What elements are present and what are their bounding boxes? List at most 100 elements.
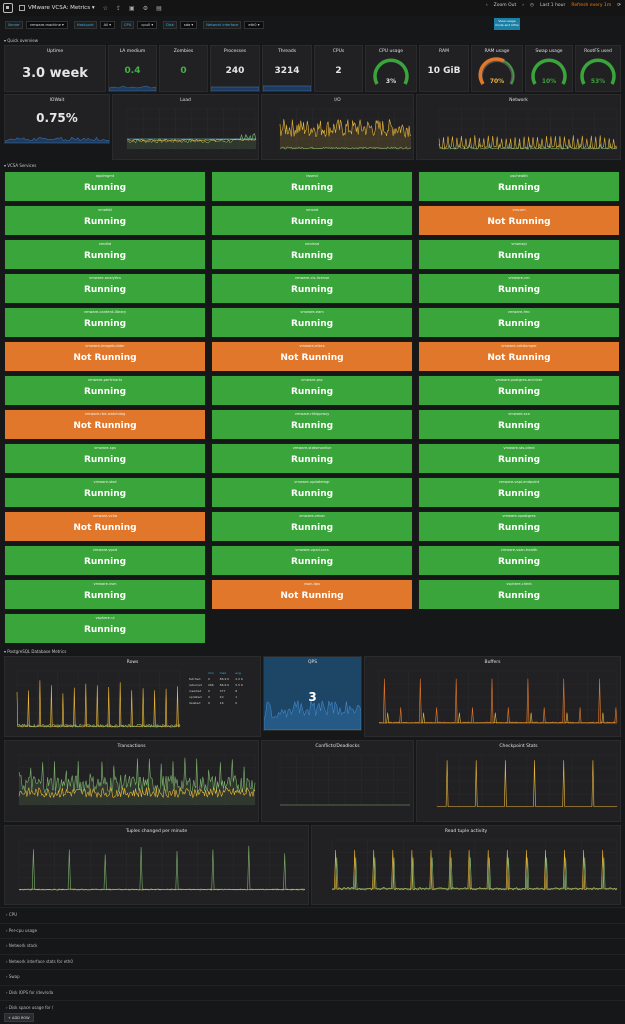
- stat-value: 0: [180, 66, 187, 76]
- zoom-out-button[interactable]: Zoom Out: [494, 3, 517, 8]
- variable-label: Server: [5, 21, 23, 29]
- row-header-quick-overview[interactable]: ▾ Quick overview: [4, 38, 38, 43]
- service-status: Running: [290, 183, 334, 193]
- uptime-panel: Uptime 3.0 week: [4, 45, 106, 92]
- collapsed-row[interactable]: › Network interface stats for eth0: [0, 953, 625, 968]
- stat-value: 3.0 week: [22, 66, 88, 81]
- rows-legend-table: min max avg fetched 0 86.9 K 2.2 K returned 266 8…: [185, 669, 247, 707]
- star-icon[interactable]: ☆: [103, 5, 108, 12]
- back-icon[interactable]: ‹: [486, 3, 488, 8]
- service-status: Running: [497, 557, 541, 567]
- row-header-postgresql[interactable]: ▾ PostgreSQL Database Metrics: [4, 649, 66, 654]
- service-status: Not Running: [280, 353, 344, 363]
- network-graph-panel: Network: [416, 94, 621, 160]
- add-row-button[interactable]: + ADD ROW: [4, 1013, 34, 1022]
- service-status-panel: vmware-statsmonitor Running: [211, 443, 413, 474]
- service-status: Running: [83, 489, 127, 499]
- variable-select[interactable]: vmware-machine ▾: [25, 21, 68, 29]
- variables-button[interactable]: View usage mode and CPUs: [494, 18, 520, 30]
- collapsed-row[interactable]: › Network stack: [0, 938, 625, 952]
- panel-title: RootFS used: [584, 49, 612, 54]
- settings-gear-icon[interactable]: ⚙: [143, 5, 148, 12]
- cpus-panel: CPUs 2: [314, 45, 363, 92]
- checkpoint-graph: [436, 754, 618, 808]
- service-status: Running: [290, 285, 334, 295]
- threads-panel: Threads 3214: [262, 45, 312, 92]
- service-status-panel: vmware-mbcs Not Running: [211, 341, 413, 372]
- refresh-interval[interactable]: Refresh every 1m: [571, 3, 611, 8]
- service-status: Not Running: [73, 353, 137, 363]
- threads-sparkline: [263, 85, 311, 91]
- legend-cell: 0: [207, 677, 210, 681]
- swap-usage-panel: Swap usage 10%: [525, 45, 573, 92]
- collapsed-row[interactable]: › Swap: [0, 969, 625, 983]
- time-range-picker[interactable]: Last 1 hour: [540, 3, 565, 8]
- service-status-panel: vmware-content-library Running: [4, 307, 206, 338]
- service-status-panel: vmware-fmc Running: [418, 307, 620, 338]
- service-name: vmware-vsan-health: [500, 548, 538, 552]
- service-status: Running: [497, 489, 541, 499]
- variable-select[interactable]: sda ▾: [179, 21, 198, 29]
- gauge-value: 70%: [489, 78, 505, 85]
- grafana-logo-icon[interactable]: [3, 3, 13, 13]
- variables-bar: Server vmware-machine ▾ Host:port All ▾ CPU c…: [0, 17, 625, 33]
- service-name: vmware-statsmonitor: [292, 446, 332, 450]
- service-status-panel: vmware-vmon Running: [211, 511, 413, 542]
- service-status: Not Running: [487, 353, 551, 363]
- rootfs-used-panel: RootFS used 53%: [575, 45, 621, 92]
- legend-cell: 0: [207, 701, 210, 705]
- service-name: vmware-cis-license: [294, 276, 330, 280]
- variable-select[interactable]: eth0 ▾: [244, 21, 264, 29]
- service-name: vmware-postgres-archiver: [495, 378, 543, 382]
- service-status-panel: vmware-sps Running: [4, 443, 206, 474]
- share-icon[interactable]: ⇪: [116, 5, 121, 12]
- document-icon[interactable]: ▤: [156, 5, 162, 12]
- refresh-icon[interactable]: ⟳: [617, 3, 621, 8]
- legend-cell: 8: [235, 689, 238, 693]
- service-status-panel: vmware-psc Running: [211, 375, 413, 406]
- legend-cell: 20: [219, 695, 224, 699]
- save-icon[interactable]: ▣: [129, 5, 135, 12]
- service-status: Running: [290, 387, 334, 397]
- legend-cell: 2.2 K: [235, 677, 243, 681]
- collapsed-row[interactable]: › Per-cpu usage: [0, 922, 625, 937]
- tuples-graph: [18, 839, 306, 891]
- service-status: Running: [497, 421, 541, 431]
- add-row-label: ADD ROW: [12, 1016, 30, 1020]
- service-status-panel: vmware-netdumper Not Running: [418, 341, 620, 372]
- processes-sparkline: [211, 86, 259, 91]
- collapsed-row[interactable]: › Disk IOPS for /dev/sda: [0, 984, 625, 999]
- service-name: vmware-imagebuilder: [85, 344, 125, 348]
- legend-cell: 0: [235, 701, 238, 705]
- service-status: Running: [497, 251, 541, 261]
- variable-label: Disk: [163, 21, 177, 29]
- variable-label: Host:port: [73, 21, 97, 29]
- variable-select[interactable]: cpu0 ▾: [137, 21, 158, 29]
- dashboard-picker[interactable]: VMware VCSA: Metrics ▾: [19, 5, 95, 11]
- service-status-panel: vmonapi Running: [418, 239, 620, 270]
- legend-header: max: [219, 671, 227, 675]
- service-name: vmware-vapi-endpoint: [498, 480, 540, 484]
- forward-icon[interactable]: ›: [522, 3, 524, 8]
- service-name: vmware-mbcs: [299, 344, 325, 348]
- service-name: vmware-sca: [508, 412, 530, 416]
- service-status: Running: [290, 489, 334, 499]
- stat-value: 0.4: [124, 66, 141, 76]
- row-header-vcsa-services[interactable]: ▾ VCSA Services: [4, 163, 36, 168]
- service-status-panel: vmware-sts-idmd Running: [418, 443, 620, 474]
- variable-select[interactable]: All ▾: [99, 21, 116, 29]
- service-name: vmware-sts-idmd: [503, 446, 535, 450]
- service-status: Running: [83, 387, 127, 397]
- service-status-panel: vmware-vsm Running: [4, 579, 206, 610]
- service-name: vmware-updatemgr: [294, 480, 330, 484]
- service-status: Running: [497, 285, 541, 295]
- service-name: vmware-analytics: [89, 276, 121, 280]
- service-name: vmware-vcha: [92, 514, 118, 518]
- collapsed-row[interactable]: › Disk space usage for /: [0, 1000, 625, 1014]
- service-status: Running: [83, 251, 127, 261]
- service-name: vmware-vmon: [299, 514, 325, 518]
- collapsed-row[interactable]: › CPU: [0, 907, 625, 921]
- service-name: vmware-vpxd-svcs: [295, 548, 329, 552]
- service-status-panel: vmcad Running: [211, 205, 413, 236]
- service-name: vmware-stsd: [93, 480, 117, 484]
